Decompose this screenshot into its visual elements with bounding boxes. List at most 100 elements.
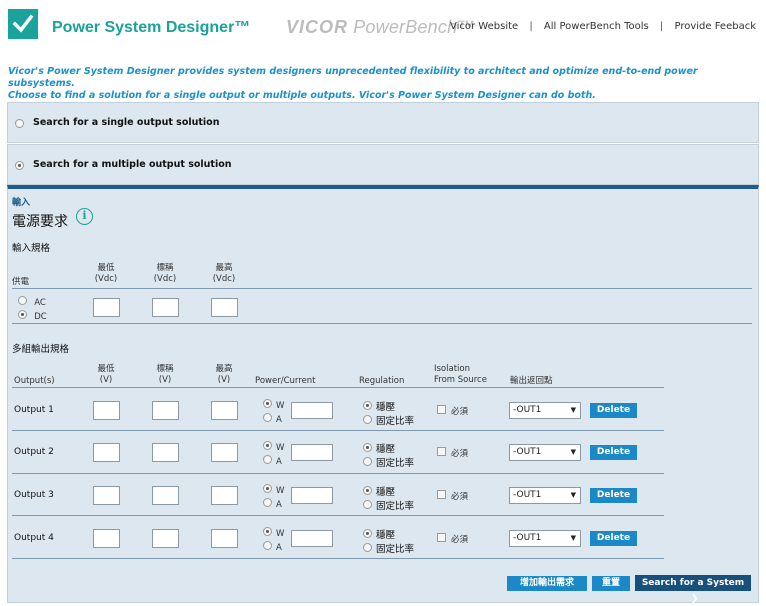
output-max-field[interactable] <box>211 443 238 462</box>
reset-button[interactable]: 重置 <box>592 576 630 591</box>
isolation-checkbox[interactable] <box>437 405 446 414</box>
output-nom-field[interactable] <box>152 486 179 505</box>
delete-output-button[interactable]: Delete <box>590 403 637 418</box>
output-max-field[interactable] <box>211 486 238 505</box>
delete-output-button[interactable]: Delete <box>590 531 637 546</box>
supply-dc-option[interactable]: DC <box>18 310 47 322</box>
return-point-select[interactable]: -OUT1 ▼ <box>509 530 581 547</box>
isolation-option[interactable]: 必須 <box>437 490 468 502</box>
power-watts-radio[interactable] <box>263 484 272 493</box>
provide-feedback-link[interactable]: Provide Feeback <box>674 21 756 32</box>
fixed-ratio-label: 固定比率 <box>376 458 415 469</box>
power-requirements-title: 電源要求 <box>12 214 68 230</box>
power-current-field[interactable] <box>291 530 333 547</box>
single-output-radio[interactable] <box>15 118 24 128</box>
return-point-select[interactable]: -OUT1 ▼ <box>509 402 581 419</box>
divider <box>12 323 752 324</box>
fixed-ratio-radio[interactable] <box>363 500 372 509</box>
output-nom-field[interactable] <box>152 529 179 548</box>
current-amps-option[interactable]: A <box>263 541 282 553</box>
isolation-checkbox[interactable] <box>437 490 446 499</box>
dropdown-arrow-icon: ▼ <box>570 406 576 414</box>
regulated-radio[interactable] <box>363 443 372 452</box>
output-row-label: Output 1 <box>14 405 54 415</box>
divider <box>12 430 664 431</box>
output-max-field[interactable] <box>211 401 238 420</box>
current-amps-radio[interactable] <box>263 498 272 507</box>
delete-output-button[interactable]: Delete <box>590 445 637 460</box>
isolation-checkbox[interactable] <box>437 533 446 542</box>
power-watts-radio[interactable] <box>263 527 272 536</box>
divider <box>12 473 664 474</box>
fixed-ratio-option[interactable]: 固定比率 <box>363 413 414 427</box>
isolation-option[interactable]: 必須 <box>437 405 468 417</box>
output-min-header: 最低 (V) <box>97 364 115 385</box>
output-min-field[interactable] <box>93 529 120 548</box>
regulated-radio[interactable] <box>363 401 372 410</box>
fixed-ratio-radio[interactable] <box>363 415 372 424</box>
watts-label: W <box>276 443 285 453</box>
power-watts-option[interactable]: W <box>263 399 284 411</box>
output-min-field[interactable] <box>93 401 120 420</box>
vicor-website-link[interactable]: Vicor Website <box>450 21 518 32</box>
supply-ac-option[interactable]: AC <box>18 296 46 308</box>
input-min-header: 最低 (Vdc) <box>94 263 118 284</box>
power-watts-radio[interactable] <box>263 441 272 450</box>
power-current-field[interactable] <box>291 487 333 504</box>
current-amps-radio[interactable] <box>263 413 272 422</box>
regulated-option[interactable]: 穩壓 <box>363 399 395 413</box>
regulated-option[interactable]: 穩壓 <box>363 484 395 498</box>
info-icon[interactable]: i <box>76 208 93 225</box>
header: Power System Designer™ VICOR PowerBench™… <box>0 0 766 56</box>
multiple-output-option[interactable]: Search for a multiple output solution <box>7 144 759 185</box>
power-watts-option[interactable]: W <box>263 441 284 453</box>
return-point-select[interactable]: -OUT1 ▼ <box>509 444 581 461</box>
power-watts-option[interactable]: W <box>263 527 284 539</box>
input-max-field[interactable] <box>211 298 238 317</box>
output-nom-header: 標稱 (V) <box>156 364 174 385</box>
current-amps-radio[interactable] <box>263 541 272 550</box>
regulated-radio[interactable] <box>363 529 372 538</box>
output-nom-field[interactable] <box>152 401 179 420</box>
input-min-field[interactable] <box>93 298 120 317</box>
power-current-field[interactable] <box>291 402 333 419</box>
input-nom-field[interactable] <box>152 298 179 317</box>
fixed-ratio-option[interactable]: 固定比率 <box>363 498 414 512</box>
output-min-field[interactable] <box>93 486 120 505</box>
fixed-ratio-option[interactable]: 固定比率 <box>363 455 414 469</box>
regulated-radio[interactable] <box>363 486 372 495</box>
current-amps-option[interactable]: A <box>263 413 282 425</box>
power-watts-radio[interactable] <box>263 399 272 408</box>
watts-label: W <box>276 401 285 411</box>
search-for-system-button[interactable]: Search for a System ❯ <box>635 575 751 604</box>
single-output-option[interactable]: Search for a single output solution <box>7 102 759 143</box>
current-amps-radio[interactable] <box>263 455 272 464</box>
add-output-button[interactable]: 增加輸出需求 <box>507 576 587 591</box>
amps-label: A <box>276 457 282 467</box>
current-amps-option[interactable]: A <box>263 455 282 467</box>
fixed-ratio-label: 固定比率 <box>376 501 415 512</box>
isolation-option[interactable]: 必須 <box>437 447 468 459</box>
isolation-checkbox[interactable] <box>437 447 446 456</box>
regulated-option[interactable]: 穩壓 <box>363 441 395 455</box>
requirements-panel: 輸入 電源要求 i 輸入規格 供電 最低 (Vdc) 標稱 (Vdc) 最高 (Vdc… <box>7 185 759 604</box>
fixed-ratio-radio[interactable] <box>363 543 372 552</box>
output-nom-field[interactable] <box>152 443 179 462</box>
multiple-output-radio[interactable] <box>15 160 24 170</box>
fixed-ratio-radio[interactable] <box>363 457 372 466</box>
search-for-system-label: Search for a System <box>641 578 745 588</box>
output-max-field[interactable] <box>211 529 238 548</box>
output-min-field[interactable] <box>93 443 120 462</box>
outputs-header: Output(s) <box>14 376 55 386</box>
power-watts-option[interactable]: W <box>263 484 284 496</box>
supply-dc-radio[interactable] <box>18 310 27 319</box>
isolation-option[interactable]: 必須 <box>437 533 468 545</box>
return-point-select[interactable]: -OUT1 ▼ <box>509 487 581 504</box>
delete-output-button[interactable]: Delete <box>590 488 637 503</box>
current-amps-option[interactable]: A <box>263 498 282 510</box>
power-current-field[interactable] <box>291 444 333 461</box>
supply-ac-radio[interactable] <box>18 296 27 305</box>
fixed-ratio-option[interactable]: 固定比率 <box>363 541 414 555</box>
regulated-option[interactable]: 穩壓 <box>363 527 395 541</box>
all-powerbench-tools-link[interactable]: All PowerBench Tools <box>544 21 649 32</box>
